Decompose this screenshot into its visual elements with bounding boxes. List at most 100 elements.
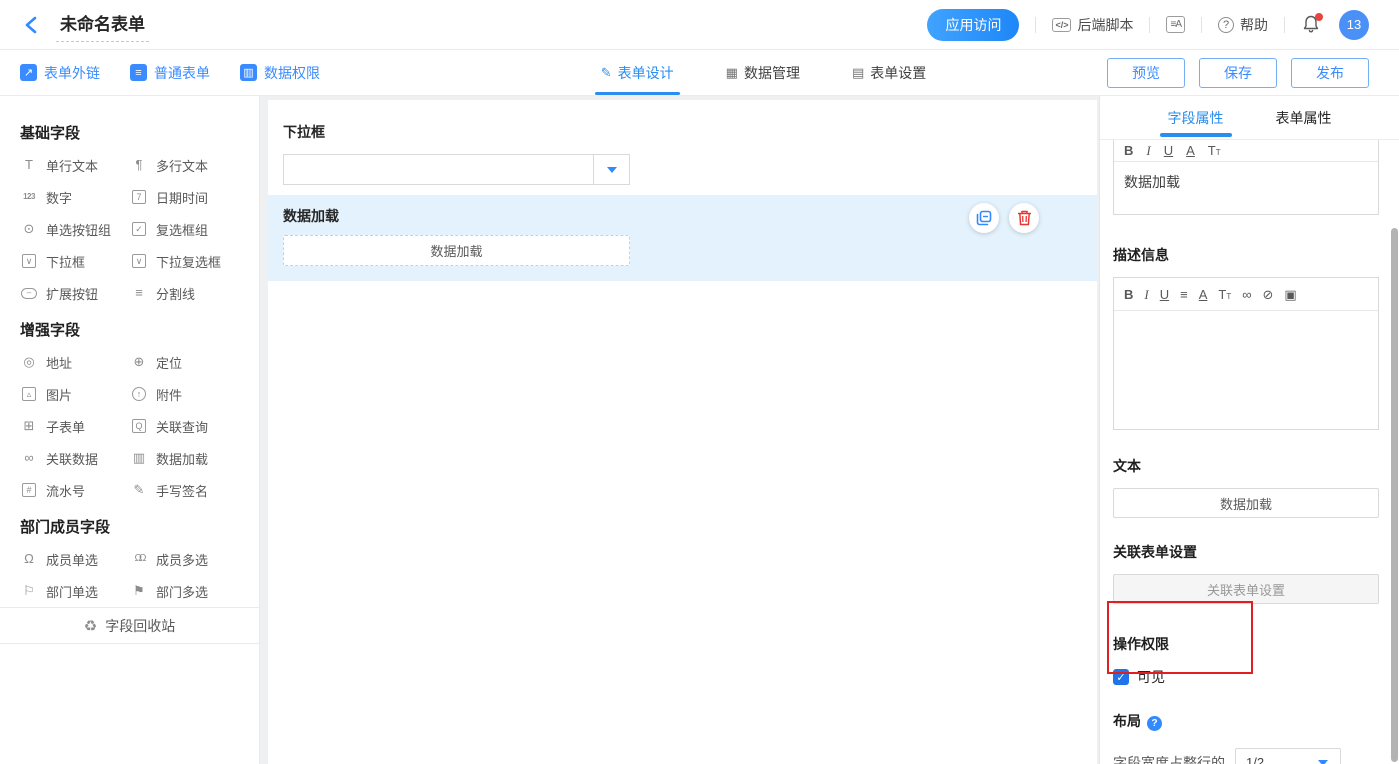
sidebar-item[interactable]: –扩展按钮 bbox=[20, 277, 130, 309]
quick-action[interactable]: ≡普通表单 bbox=[130, 63, 210, 83]
canvas-field-dropdown[interactable]: 下拉框 bbox=[268, 122, 1097, 185]
app-access-button[interactable]: 应用访问 bbox=[927, 9, 1019, 41]
related-form-settings-button[interactable]: 关联表单设置 bbox=[1113, 574, 1379, 604]
sidebar-item[interactable]: ▵图片 bbox=[20, 378, 130, 410]
translate-button[interactable]: ≡A bbox=[1166, 16, 1185, 33]
sidebar-item[interactable]: ΩΩ成员多选 bbox=[130, 543, 240, 575]
panel-tab-字段属性[interactable]: 字段属性 bbox=[1168, 96, 1224, 139]
notification-bell-icon[interactable] bbox=[1301, 14, 1323, 36]
bold-button[interactable]: B bbox=[1124, 288, 1133, 301]
delete-field-button[interactable] bbox=[1009, 203, 1039, 233]
underline-button[interactable]: U bbox=[1164, 144, 1173, 157]
dropdown-multi-icon: ∨ bbox=[132, 254, 146, 268]
sidebar-item[interactable]: ▥数据加载 bbox=[130, 442, 240, 474]
dropdown-icon: ∨ bbox=[22, 254, 36, 268]
translate-icon: ≡A bbox=[1166, 16, 1185, 33]
signature-icon: ✎ bbox=[130, 483, 148, 497]
description-value[interactable] bbox=[1114, 311, 1378, 429]
sidebar-item[interactable]: T单行文本 bbox=[20, 149, 130, 181]
action-button[interactable]: 发布 bbox=[1291, 58, 1369, 88]
data-permission-icon: ▥ bbox=[240, 64, 257, 81]
tab-数据管理[interactable]: ▦数据管理 bbox=[724, 50, 802, 95]
align-button[interactable]: ≡ bbox=[1180, 288, 1188, 301]
divider bbox=[1149, 17, 1150, 33]
sidebar-item[interactable]: Q关联查询 bbox=[130, 410, 240, 442]
layout-help-icon[interactable]: ? bbox=[1147, 716, 1162, 731]
sidebar-item[interactable]: ∞关联数据 bbox=[20, 442, 130, 474]
sidebar-item[interactable]: ∨下拉复选框 bbox=[130, 245, 240, 277]
image-button[interactable]: ▣ bbox=[1284, 288, 1296, 301]
trash-icon bbox=[1017, 210, 1032, 226]
field-palette-sidebar: 基础字段 T单行文本¶多行文本123数字7日期时间⊙单选按钮组✓复选框组∨下拉框∨… bbox=[0, 96, 260, 764]
action-button[interactable]: 预览 bbox=[1107, 58, 1185, 88]
sidebar-item[interactable]: ✎手写签名 bbox=[130, 474, 240, 506]
field-title-value[interactable]: 数据加载 bbox=[1114, 162, 1378, 214]
sidebar-section-title: 基础字段 bbox=[20, 122, 259, 143]
member-multi-icon: ΩΩ bbox=[130, 552, 148, 566]
sidebar-item[interactable]: ⚐部门单选 bbox=[20, 575, 130, 607]
quick-action-label: 表单外链 bbox=[44, 63, 100, 83]
checkbox-group-icon: ✓ bbox=[132, 222, 146, 236]
field-title-editor[interactable]: BI UA TT 数据加载 bbox=[1113, 140, 1379, 215]
sidebar-item[interactable]: ¶多行文本 bbox=[130, 149, 240, 181]
sidebar-item-label: 地址 bbox=[46, 353, 72, 372]
tab-label: 数据管理 bbox=[744, 63, 800, 83]
chevron-down-icon bbox=[1318, 760, 1328, 764]
backend-script-button[interactable]: </> 后端脚本 bbox=[1052, 15, 1133, 35]
data-load-button[interactable]: 数据加载 bbox=[283, 235, 630, 266]
unlink-button[interactable]: ⊘ bbox=[1263, 288, 1274, 301]
sidebar-item-label: 流水号 bbox=[46, 481, 85, 500]
sidebar-item[interactable]: Ω成员单选 bbox=[20, 543, 130, 575]
chevron-down-icon[interactable] bbox=[593, 155, 629, 184]
quick-action[interactable]: ▥ 数据权限 bbox=[240, 63, 320, 83]
visible-checkbox[interactable]: ✓ bbox=[1113, 669, 1129, 685]
quick-action-label: 数据权限 bbox=[264, 63, 320, 83]
form-title[interactable]: 未命名表单 bbox=[56, 8, 149, 42]
tab-label: 表单设置 bbox=[870, 63, 926, 83]
italic-button[interactable]: I bbox=[1144, 288, 1148, 301]
divider bbox=[1035, 17, 1036, 33]
sidebar-item[interactable]: ≡分割线 bbox=[130, 277, 240, 309]
dropdown-input[interactable] bbox=[283, 154, 630, 185]
help-button[interactable]: ? 帮助 bbox=[1218, 15, 1268, 35]
sidebar-item[interactable]: 7日期时间 bbox=[130, 181, 240, 213]
sidebar-item[interactable]: ⊕定位 bbox=[130, 346, 240, 378]
italic-button[interactable]: I bbox=[1146, 144, 1150, 157]
sidebar-item[interactable]: ◎ 地址 bbox=[20, 346, 130, 378]
link-button[interactable]: ∞ bbox=[1242, 288, 1251, 301]
field-recycle-bin-button[interactable]: ♻ 字段回收站 bbox=[0, 607, 259, 644]
sidebar-item[interactable]: ↑附件 bbox=[130, 378, 240, 410]
back-button[interactable] bbox=[20, 14, 42, 36]
address-icon: ◎ bbox=[20, 355, 38, 369]
sidebar-item[interactable]: ⊞子表单 bbox=[20, 410, 130, 442]
copy-field-button[interactable] bbox=[969, 203, 999, 233]
field-width-select[interactable]: 1/2 bbox=[1235, 748, 1341, 764]
related-data-icon: ∞ bbox=[20, 451, 38, 465]
sidebar-item-label: 扩展按钮 bbox=[46, 284, 98, 303]
sidebar-item[interactable]: ⊙单选按钮组 bbox=[20, 213, 130, 245]
sidebar-item-label: 单行文本 bbox=[46, 156, 98, 175]
text-input[interactable]: 数据加载 bbox=[1113, 488, 1379, 518]
user-avatar[interactable]: 13 bbox=[1339, 10, 1369, 40]
canvas-field-data-load-selected[interactable]: 数据加载 数据加载 bbox=[268, 195, 1097, 281]
color-button[interactable]: A bbox=[1199, 288, 1208, 301]
sidebar-item[interactable]: ∨下拉框 bbox=[20, 245, 130, 277]
tab-表单设置[interactable]: ▤表单设置 bbox=[850, 50, 928, 95]
sidebar-item[interactable]: ✓复选框组 bbox=[130, 213, 240, 245]
sidebar-item[interactable]: #流水号 bbox=[20, 474, 130, 506]
fontsize-button[interactable]: TT bbox=[1218, 288, 1231, 301]
bold-button[interactable]: B bbox=[1124, 144, 1133, 157]
tab-表单设计[interactable]: ✎表单设计 bbox=[599, 50, 676, 95]
panel-scrollbar[interactable] bbox=[1391, 228, 1398, 762]
sidebar-item-label: 分割线 bbox=[156, 284, 195, 303]
color-button[interactable]: A bbox=[1186, 144, 1195, 157]
fontsize-button[interactable]: TT bbox=[1208, 144, 1221, 157]
sidebar-item[interactable]: ⚑部门多选 bbox=[130, 575, 240, 607]
description-editor[interactable]: BIU ≡ A TT ∞ ⊘ ▣ bbox=[1113, 277, 1379, 430]
underline-button[interactable]: U bbox=[1160, 288, 1169, 301]
quick-action[interactable]: ↗表单外链 bbox=[20, 63, 100, 83]
sidebar-section-title: 部门成员字段 bbox=[20, 516, 259, 537]
sidebar-item[interactable]: 123数字 bbox=[20, 181, 130, 213]
action-button[interactable]: 保存 bbox=[1199, 58, 1277, 88]
panel-tab-表单属性[interactable]: 表单属性 bbox=[1276, 96, 1332, 139]
